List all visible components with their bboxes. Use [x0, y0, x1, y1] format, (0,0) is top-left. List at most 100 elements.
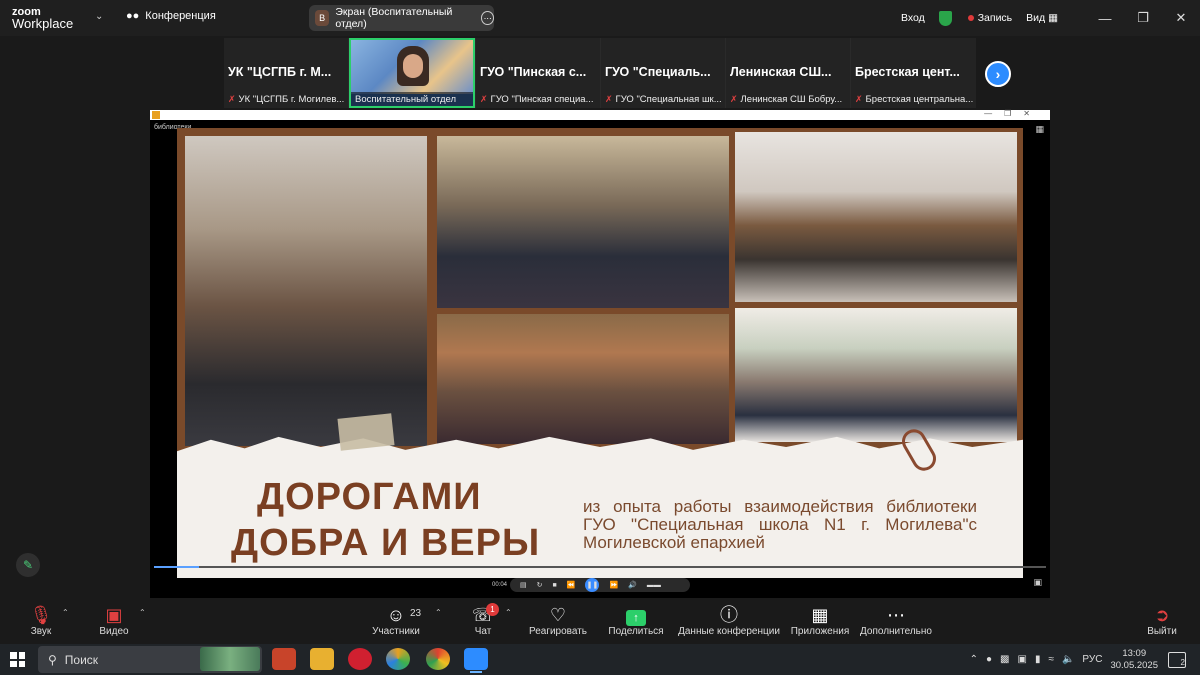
captions-icon[interactable]: ▤ [520, 581, 527, 589]
chevron-up-icon[interactable]: ⌃ [505, 608, 512, 617]
apps-label: Приложения [790, 626, 850, 637]
language-indicator[interactable]: РУС [1082, 654, 1102, 665]
participants-count: 23 [410, 608, 422, 619]
view-button[interactable]: Вид ▦ [1026, 12, 1072, 24]
photo-library-group [735, 132, 1017, 302]
app-tray-icon[interactable]: ● [986, 654, 992, 665]
close-icon[interactable]: ✕ [1162, 10, 1200, 26]
leave-label: Выйти [1147, 626, 1177, 637]
tape-decoration [337, 413, 395, 451]
tile-label: Воспитательный отдел [351, 92, 473, 106]
mic-muted-icon: ✗ [605, 94, 613, 104]
minimize-icon[interactable]: — [1086, 11, 1124, 26]
mic-muted-icon: ✗ [228, 94, 236, 104]
signin-button[interactable]: Вход [901, 12, 925, 24]
meeting-info-button[interactable]: ⓘ Данные конференции [678, 604, 780, 637]
tile-name: Брестская цент... [855, 65, 960, 79]
conference-label: Конференция [145, 10, 216, 22]
fullscreen-icon[interactable]: ▣ [1033, 577, 1042, 588]
tile-label: ✗ ГУО "Специальная шк... [605, 94, 722, 105]
system-tray: ⌃ ● ▩ ▣ ▮ ≈ 🔈 РУС 13:09 30.05.2025 2 [970, 644, 1200, 675]
chevron-up-icon[interactable]: ⌃ [970, 654, 978, 665]
chevron-up-icon[interactable]: ⌃ [62, 608, 69, 617]
record-button[interactable]: Запись [967, 12, 1012, 24]
notifications-icon[interactable]: 2 [1168, 651, 1186, 668]
slide-description: из опыта работы взаимодействия библиотек… [583, 497, 977, 552]
chevron-up-icon[interactable]: ⌃ [139, 608, 146, 617]
audio-label: Звук [30, 626, 52, 637]
chrome-icon[interactable] [426, 648, 450, 670]
windows-start-icon[interactable] [10, 652, 25, 667]
browser-icon[interactable] [386, 648, 410, 670]
screen-share-pill[interactable]: В Экран (Воспитательный отдел) ⋯ [309, 5, 494, 31]
person-face [403, 54, 423, 78]
tile-label: ✗ ГУО "Пинская специа... [480, 94, 594, 105]
tile-name: ГУО "Специаль... [605, 65, 711, 79]
tile-label: ✗ Ленинская СШ Бобру... [730, 94, 843, 105]
restore-icon[interactable]: ❐ [1124, 10, 1162, 26]
shared-window-titlebar: —❐✕ [150, 109, 1050, 120]
video-label: Видео [99, 626, 129, 637]
windows-taskbar: ⚲ Поиск ⌃ ● ▩ ▣ ▮ ≈ 🔈 РУС 13:09 30.05.20… [0, 644, 1200, 675]
video-button[interactable]: ▣ Видео [96, 604, 132, 637]
participant-tile[interactable]: ГУО "Специаль... ✗ ГУО "Специальная шк... [601, 38, 725, 108]
react-button[interactable]: ♡ Реагировать [524, 604, 592, 637]
apps-button[interactable]: ▦ Приложения [790, 604, 850, 637]
usb-icon[interactable]: ▩ [1000, 654, 1009, 665]
title-bar: zoom Workplace ⌄ ●● Конференция В Экран … [0, 0, 1200, 36]
conference-menu[interactable]: ●● Конференция [126, 10, 216, 22]
player-time: 00:04 [492, 582, 508, 588]
notification-count: 2 [1180, 657, 1185, 667]
rewind-icon[interactable]: ⏪ [567, 581, 576, 589]
file-explorer-icon[interactable] [310, 648, 334, 670]
opera-icon[interactable] [348, 648, 372, 670]
share-button[interactable]: ↑ Поделиться [608, 604, 664, 637]
clock[interactable]: 13:09 30.05.2025 [1110, 648, 1158, 672]
participant-tile[interactable]: УК "ЦСГПБ г. М... ✗ УК "ЦСГПБ г. Могилев.… [224, 38, 348, 108]
pause-button[interactable]: ❚❚ [585, 578, 600, 592]
volume-icon[interactable]: 🔊 [628, 581, 637, 589]
slide-title-line1: ДОРОГАМИ [257, 476, 482, 518]
people-icon: ●● [126, 10, 140, 22]
window-controls: —❐✕ [984, 109, 1042, 118]
audio-button[interactable]: 🎙 Звук [28, 604, 54, 637]
grid-icon: ▦ [1048, 12, 1058, 24]
tile-name: ГУО "Пинская с... [480, 65, 587, 79]
leave-button[interactable]: ➲ Выйти [1146, 604, 1178, 637]
share-label: Поделиться [608, 626, 664, 637]
powerpoint-icon[interactable] [272, 648, 296, 670]
zoom-taskbar-icon[interactable] [464, 648, 488, 673]
battery-icon[interactable]: ▮ [1035, 654, 1041, 665]
stop-icon[interactable]: ■ [553, 582, 557, 589]
info-icon: ⓘ [720, 605, 738, 625]
participant-tile[interactable]: Брестская цент... ✗ Брестская центральна.… [851, 38, 976, 108]
wifi-icon[interactable]: ≈ [1048, 654, 1054, 665]
tray-icon[interactable]: ▣ [1018, 654, 1027, 665]
gallery-strip: УК "ЦСГПБ г. М... ✗ УК "ЦСГПБ г. Могилев.… [224, 38, 976, 108]
chevron-up-icon[interactable]: ⌃ [435, 608, 442, 617]
annotate-pencil-icon[interactable]: ✎ [16, 553, 40, 577]
repeat-icon[interactable]: ↻ [537, 581, 543, 589]
more-button[interactable]: ⋯ Дополнительно [858, 604, 934, 637]
taskbar-search[interactable]: ⚲ Поиск [38, 646, 262, 673]
more-icon[interactable]: ⋯ [481, 11, 494, 25]
participant-tile-active[interactable]: Воспитательный отдел [349, 38, 475, 108]
seek-bar[interactable] [154, 566, 1046, 568]
shield-icon [938, 10, 952, 26]
zoom-logo: zoom Workplace [12, 6, 73, 30]
tile-name: Ленинская СШ... [730, 65, 832, 79]
gallery-next-button[interactable]: › [985, 61, 1011, 87]
photo-class-priest [735, 308, 1017, 442]
photo-group-church [185, 136, 427, 446]
forward-icon[interactable]: ⏩ [609, 581, 618, 589]
participant-tile[interactable]: Ленинская СШ... ✗ Ленинская СШ Бобру... [726, 38, 850, 108]
participant-tile[interactable]: ГУО "Пинская с... ✗ ГУО "Пинская специа..… [476, 38, 600, 108]
presentation-slide: ДОРОГАМИ ДОБРА И ВЕРЫ из опыта работы вз… [177, 128, 1023, 578]
logo-line2: Workplace [12, 16, 74, 31]
speaker-icon[interactable]: 🔈 [1062, 654, 1074, 665]
volume-slider[interactable]: ▬▬ [647, 582, 661, 589]
app-icon [152, 111, 160, 119]
mic-muted-icon: 🎙 [29, 605, 53, 625]
chevron-down-icon[interactable]: ⌄ [95, 11, 103, 22]
seek-progress [154, 566, 199, 568]
